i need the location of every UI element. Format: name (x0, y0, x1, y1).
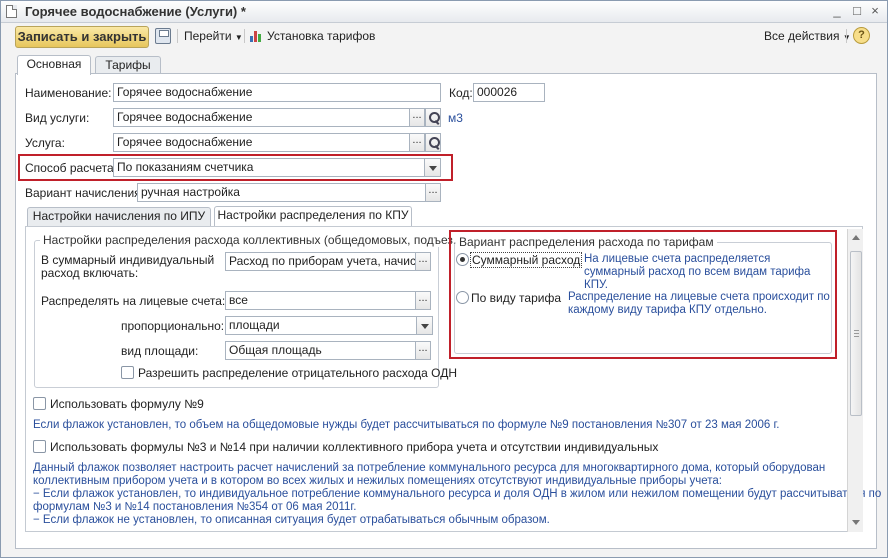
all-actions-label: Все действия (764, 29, 840, 43)
by-tariff-type-note: Распределение на лицевые счета происходи… (568, 291, 830, 316)
note-line: − Если флажок не установлен, то описанна… (33, 514, 550, 526)
by-tariff-type-label: По виду тарифа (471, 291, 562, 305)
area-type-select-button[interactable]: ... (415, 341, 431, 360)
by-tariff-type-radio[interactable] (456, 291, 469, 304)
note-line: формулам №3 и №14 постановления №354 от … (33, 501, 357, 513)
note-line: Данный флажок позволяет настроить расчет… (33, 462, 826, 474)
code-label: Код: (449, 86, 473, 100)
accrual-variant-label: Вариант начисления: (25, 186, 145, 200)
go-menu-label: Перейти (184, 29, 232, 43)
chart-icon (250, 29, 264, 42)
tab-main[interactable]: Основная (17, 55, 91, 75)
document-icon (6, 5, 17, 18)
area-type-label: вид площади: (121, 344, 199, 358)
tab-kpu-distribution[interactable]: Настройки распределения по КПУ (214, 206, 412, 226)
calc-method-value: По показаниям счетчика (117, 160, 254, 174)
distribute-label: Распределять на лицевые счета: (41, 294, 226, 308)
service-field[interactable]: Горячее водоснабжение (113, 133, 411, 152)
total-consumption-label: Суммарный расход (470, 252, 583, 268)
chevron-down-icon[interactable] (424, 159, 440, 176)
calc-method-label: Способ расчета: (25, 161, 117, 175)
service-type-select-button[interactable]: ... (409, 108, 425, 127)
include-select-button[interactable]: ... (415, 252, 431, 271)
distribute-select-button[interactable]: ... (415, 291, 431, 310)
note-line: − Если флажок установлен, то индивидуаль… (33, 488, 882, 500)
toolbar-separator (177, 29, 178, 43)
go-menu[interactable]: Перейти ▼ (184, 29, 243, 43)
service-select-button[interactable]: ... (409, 133, 425, 152)
name-field[interactable]: Горячее водоснабжение (113, 83, 441, 102)
toolbar-separator (846, 29, 847, 43)
accrual-variant-select-button[interactable]: ... (425, 183, 441, 202)
distribution-settings-title: Настройки распределения расхода коллекти… (40, 233, 466, 247)
search-icon[interactable] (425, 108, 441, 127)
minimize-button[interactable]: _ (829, 3, 845, 19)
title-bar: Горячее водоснабжение (Услуги) * _ □ × (1, 1, 887, 23)
toolbar-separator (244, 29, 245, 43)
scroll-down-icon[interactable] (849, 516, 863, 530)
tariff-variant-title: Вариант распределения расхода по тарифам (456, 235, 717, 249)
maximize-button[interactable]: □ (849, 3, 865, 19)
search-icon[interactable] (425, 133, 441, 152)
chevron-down-icon[interactable] (416, 317, 432, 334)
calc-method-select[interactable]: По показаниям счетчика (113, 158, 441, 177)
note-line: коллективным прибором учета и в котором … (33, 475, 722, 487)
tab-ipu-settings[interactable]: Настройки начисления по ИПУ (27, 207, 211, 226)
area-type-field[interactable]: Общая площадь (225, 341, 417, 360)
formula3-14-label: Использовать формулы №3 и №14 при наличи… (50, 440, 659, 454)
toolbar: Записать и закрыть Перейти ▼ Установка т… (1, 23, 887, 49)
total-consumption-radio[interactable] (456, 253, 469, 266)
proportional-value: площади (229, 318, 280, 332)
formula9-note: Если флажок установлен, то объем на обще… (33, 419, 780, 431)
proportional-label: пропорционально: (121, 319, 225, 333)
formula3-14-checkbox[interactable] (33, 440, 46, 453)
service-type-label: Вид услуги: (25, 111, 90, 125)
distribute-field[interactable]: все (225, 291, 417, 310)
accrual-variant-field[interactable]: ручная настройка (137, 183, 427, 202)
all-actions-menu[interactable]: Все действия ▼ (764, 29, 851, 43)
name-label: Наименование: (25, 86, 112, 100)
chevron-down-icon: ▼ (234, 33, 243, 42)
include-label: В суммарный индивидуальный расход включа… (41, 253, 215, 280)
unit-link[interactable]: м3 (448, 111, 463, 125)
code-field[interactable]: 000026 (473, 83, 545, 102)
set-tariffs-button[interactable]: Установка тарифов (267, 29, 375, 43)
scrollbar-thumb[interactable] (850, 251, 862, 416)
allow-negative-label: Разрешить распределение отрицательного р… (138, 366, 458, 380)
save-icon[interactable] (155, 28, 171, 44)
proportional-select[interactable]: площади (225, 316, 433, 335)
vertical-scrollbar[interactable] (847, 229, 863, 532)
service-form-window: Горячее водоснабжение (Услуги) * _ □ × З… (0, 0, 888, 558)
close-button[interactable]: × (867, 3, 883, 19)
formula3-14-note: Данный флажок позволяет настроить расчет… (33, 462, 881, 527)
window-title: Горячее водоснабжение (Услуги) * (25, 4, 246, 19)
scroll-up-icon[interactable] (849, 231, 863, 245)
total-consumption-note: На лицевые счета распределяется суммарны… (584, 253, 811, 291)
include-field[interactable]: Расход по приборам учета, начислен (225, 252, 417, 271)
save-and-close-button[interactable]: Записать и закрыть (15, 26, 149, 48)
help-icon[interactable]: ? (853, 27, 870, 44)
formula9-label: Использовать формулу №9 (50, 397, 204, 411)
service-type-field[interactable]: Горячее водоснабжение (113, 108, 411, 127)
allow-negative-checkbox[interactable] (121, 366, 134, 379)
service-label: Услуга: (25, 136, 65, 150)
formula9-checkbox[interactable] (33, 397, 46, 410)
